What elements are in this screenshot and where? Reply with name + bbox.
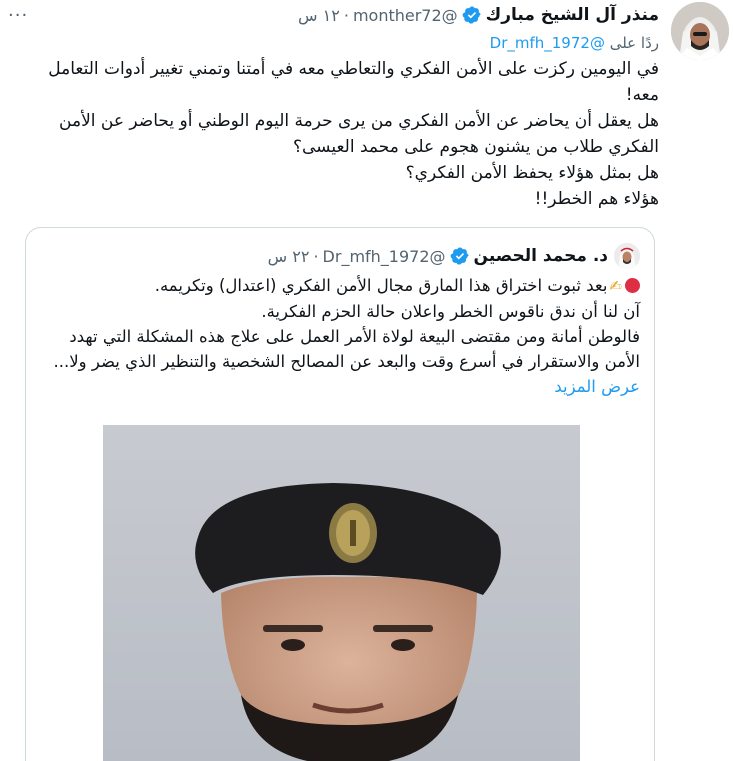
separator-dot: · <box>313 246 319 266</box>
quoted-handle[interactable]: @Dr_mfh_1972 <box>323 247 446 266</box>
tweet-text: في اليومين ركزت على الأمن الفكري والتعاط… <box>10 56 659 212</box>
quoted-time[interactable]: ٢٢ س <box>268 247 310 266</box>
verified-badge-icon <box>462 5 482 25</box>
red-circle-emoji <box>625 278 640 293</box>
author-name[interactable]: منذر آل الشيخ مبارك <box>486 5 659 25</box>
separator-dot: · <box>343 5 349 25</box>
quoted-avatar[interactable] <box>614 243 640 269</box>
quoted-text: ✍بعد ثبوت اختراق هذا المارق مجال الأمن ا… <box>26 271 654 399</box>
reply-handle-link[interactable]: @Dr_mfh_1972 <box>490 34 605 52</box>
quoted-header: د. محمد الحصين @Dr_mfh_1972 · ٢٢ س <box>26 241 654 271</box>
author-handle[interactable]: @monther72 <box>353 6 458 25</box>
quoted-line: فالوطن أمانة ومن مقتضى البيعة لولاة الأم… <box>40 324 640 399</box>
tweet-line: هل يعقل أن يحاضر عن الأمن الفكري من يرى … <box>59 111 659 157</box>
tweet[interactable]: منذر آل الشيخ مبارك @monther72 · ١٢ س رد… <box>0 0 733 761</box>
tweet-line: هؤلاء هم الخطر!! <box>534 189 659 209</box>
quoted-avatar-image <box>614 243 640 269</box>
author-avatar[interactable] <box>671 2 729 60</box>
reply-context: ردًا على @Dr_mfh_1972 <box>10 31 659 55</box>
tweet-header: منذر آل الشيخ مبارك @monther72 · ١٢ س <box>10 0 659 30</box>
quoted-line: آن لنا أن ندق ناقوس الخطر واعلان حالة ال… <box>261 302 640 321</box>
show-more-link[interactable]: عرض المزيد <box>554 377 640 396</box>
quoted-author-name[interactable]: د. محمد الحصين <box>474 246 608 266</box>
quoted-line-text: بعد ثبوت اختراق هذا المارق مجال الأمن ال… <box>154 276 608 295</box>
author-avatar-image <box>671 2 729 60</box>
tweet-line: في اليومين ركزت على الأمن الفكري والتعاط… <box>48 59 659 105</box>
verified-badge-icon <box>450 246 470 266</box>
quoted-photo-image <box>103 425 580 761</box>
writing-hand-emoji: ✍ <box>609 277 622 295</box>
tweet-line: هل بمثل هؤلاء يحفظ الأمن الفكري؟ <box>405 163 659 183</box>
quoted-line-text: فالوطن أمانة ومن مقتضى البيعة لولاة الأم… <box>53 327 640 371</box>
quoted-line: ✍بعد ثبوت اختراق هذا المارق مجال الأمن ا… <box>40 273 640 299</box>
quoted-tweet[interactable]: د. محمد الحصين @Dr_mfh_1972 · ٢٢ س ✍بعد … <box>25 227 655 761</box>
reply-prefix: ردًا على <box>609 34 659 52</box>
tweet-time[interactable]: ١٢ س <box>298 6 340 25</box>
more-options-icon[interactable]: ··· <box>8 5 28 26</box>
quoted-photo[interactable] <box>103 425 580 761</box>
